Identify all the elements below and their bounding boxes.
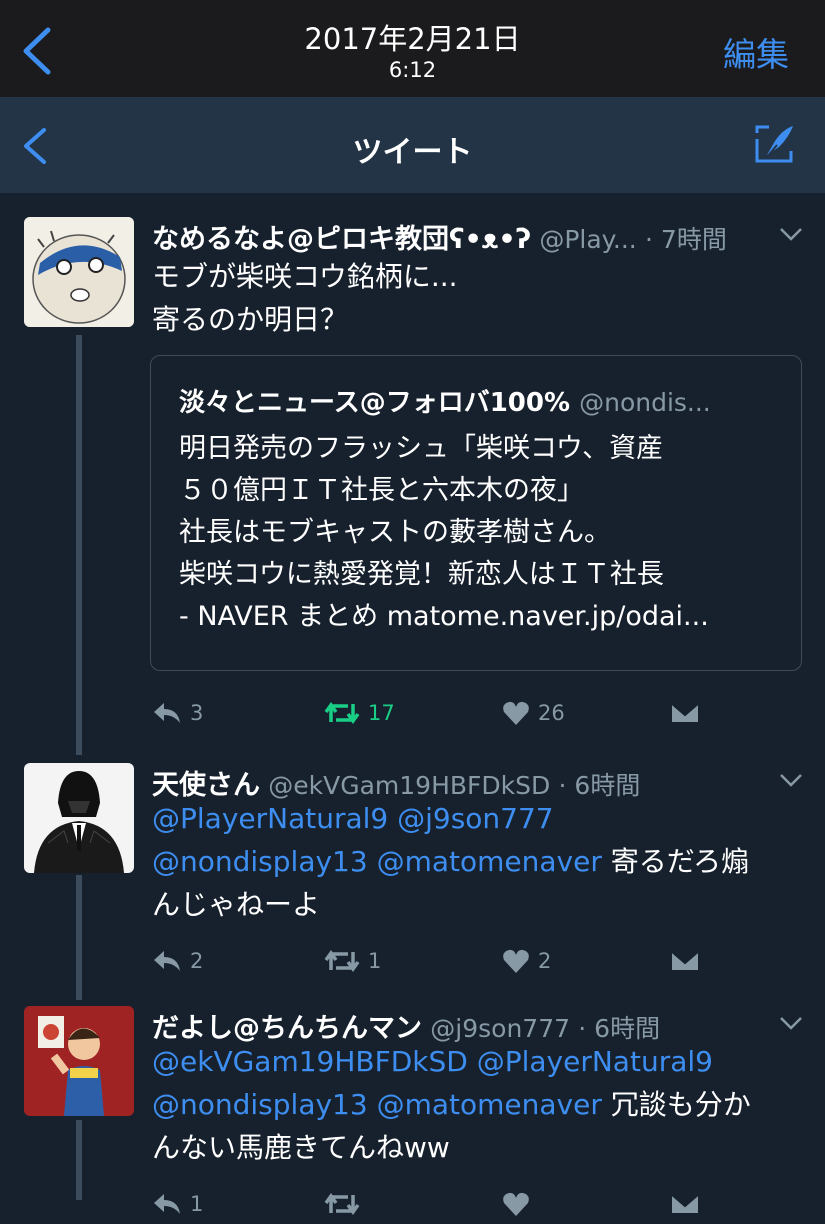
mention-links[interactable]: @PlayerNatural9 @j9son777 [152,802,554,835]
tweet-actions: 3 17 26 [152,693,712,733]
reply-button[interactable]: 2 [152,941,203,981]
tweet-line: 冗談も分か [601,1088,751,1121]
timestamp: · 6時間 [558,771,641,800]
heart-icon [503,949,529,973]
handle[interactable]: @j9son777 [430,1014,570,1043]
direct-message-button[interactable] [670,941,708,981]
top-bar: 2017年2月21日 6:12 編集 [0,0,825,97]
tweet-actions: 2 1 2 [152,941,712,981]
tweet-header: なめるなよ@ピロキ教団ʕ•ᴥ•ʔ @Play... · 7時間 [152,217,727,256]
tweet-item[interactable]: 天使さん @ekVGam19HBFDkSD · 6時間 @PlayerNatur… [0,755,825,995]
like-count: 2 [538,949,552,973]
compose-tweet-icon[interactable] [753,123,795,165]
avatar[interactable] [24,217,134,327]
envelope-icon [670,950,700,972]
heart-icon [503,1192,529,1216]
mention-links[interactable]: @ekVGam19HBFDkSD @PlayerNatural9 [152,1045,713,1078]
retweet-button[interactable] [324,1184,368,1224]
tweet-text: @ekVGam19HBFDkSD @PlayerNatural9 @nondis… [152,1040,751,1169]
reply-button[interactable]: 1 [152,1184,203,1224]
like-button[interactable]: 26 [502,693,565,733]
tweet-line: モブが柴咲コウ銘柄に... [152,260,458,293]
display-name[interactable]: なめるなよ@ピロキ教団ʕ•ᴥ•ʔ [152,224,531,255]
mention-links[interactable]: @nondisplay13 @matomenaver [152,1088,602,1121]
like-count: 26 [538,701,565,725]
chevron-down-icon[interactable] [779,773,803,787]
tweet-line: 寄るのか明日？ [152,303,349,336]
retweet-icon [324,949,360,973]
like-button[interactable] [502,1184,538,1224]
quoted-header: 淡々とニュース@フォロバ100% @nondis... [179,382,711,419]
date-label: 2017年2月21日 [304,22,521,56]
reply-count: 1 [190,1192,204,1216]
direct-message-button[interactable] [670,1184,708,1224]
tweet-text: @PlayerNatural9 @j9son777 @nondisplay13 … [152,797,749,926]
tweet-item[interactable]: だよし@ちんちんマン @j9son777 · 6時間 @ekVGam19HBFD… [0,1000,825,1216]
chevron-down-icon[interactable] [779,227,803,241]
timestamp: · 7時間 [645,225,727,254]
reply-icon [154,1194,180,1214]
envelope-icon [670,1193,700,1215]
tweet-line: んじゃねーよ [152,888,321,921]
avatar[interactable] [24,1006,134,1116]
like-button[interactable]: 2 [502,941,551,981]
tweet-line: 寄るだろ煽 [601,845,750,878]
edit-button[interactable]: 編集 [723,28,789,76]
tweet-line: んない馬鹿きてんねww [152,1131,450,1164]
handle[interactable]: @ekVGam19HBFDkSD [268,771,550,800]
quoted-handle: @nondis... [579,388,711,417]
retweet-icon [324,701,360,725]
mention-links[interactable]: @nondisplay13 @matomenaver [152,845,602,878]
time-label: 6:12 [388,58,437,82]
avatar[interactable] [24,763,134,873]
quoted-display-name: 淡々とニュース@フォロバ100% [179,388,571,418]
nav-bar: ツイート [0,97,825,193]
reply-count: 3 [190,701,204,725]
page-title: ツイート [352,135,473,170]
reply-icon [154,951,180,971]
reply-icon [154,703,180,723]
quoted-text: 明日発売のフラッシュ「柴咲コウ、資産 ５０億円ＩＴ社長と六本木の夜」 社長はモブ… [179,433,709,632]
timestamp: · 6時間 [578,1014,661,1043]
handle[interactable]: @Play... [539,225,636,254]
retweet-button[interactable]: 1 [324,941,381,981]
quoted-tweet[interactable]: 淡々とニュース@フォロバ100% @nondis... 明日発売のフラッシュ「柴… [150,355,802,671]
tweet-item[interactable]: なめるなよ@ピロキ教団ʕ•ᴥ•ʔ @Play... · 7時間 モブが柴咲コウ銘… [0,195,825,755]
reply-count: 2 [190,949,204,973]
retweet-icon [324,1192,360,1216]
retweet-count: 17 [368,701,395,725]
reply-button[interactable]: 3 [152,693,203,733]
retweet-count: 1 [368,949,382,973]
tweet-text: モブが柴咲コウ銘柄に... 寄るのか明日？ [152,255,458,341]
envelope-icon [670,702,700,724]
direct-message-button[interactable] [670,693,708,733]
chevron-down-icon[interactable] [779,1016,803,1030]
heart-icon [503,701,529,725]
retweet-button[interactable]: 17 [324,693,395,733]
tweet-actions: 1 [152,1184,712,1224]
